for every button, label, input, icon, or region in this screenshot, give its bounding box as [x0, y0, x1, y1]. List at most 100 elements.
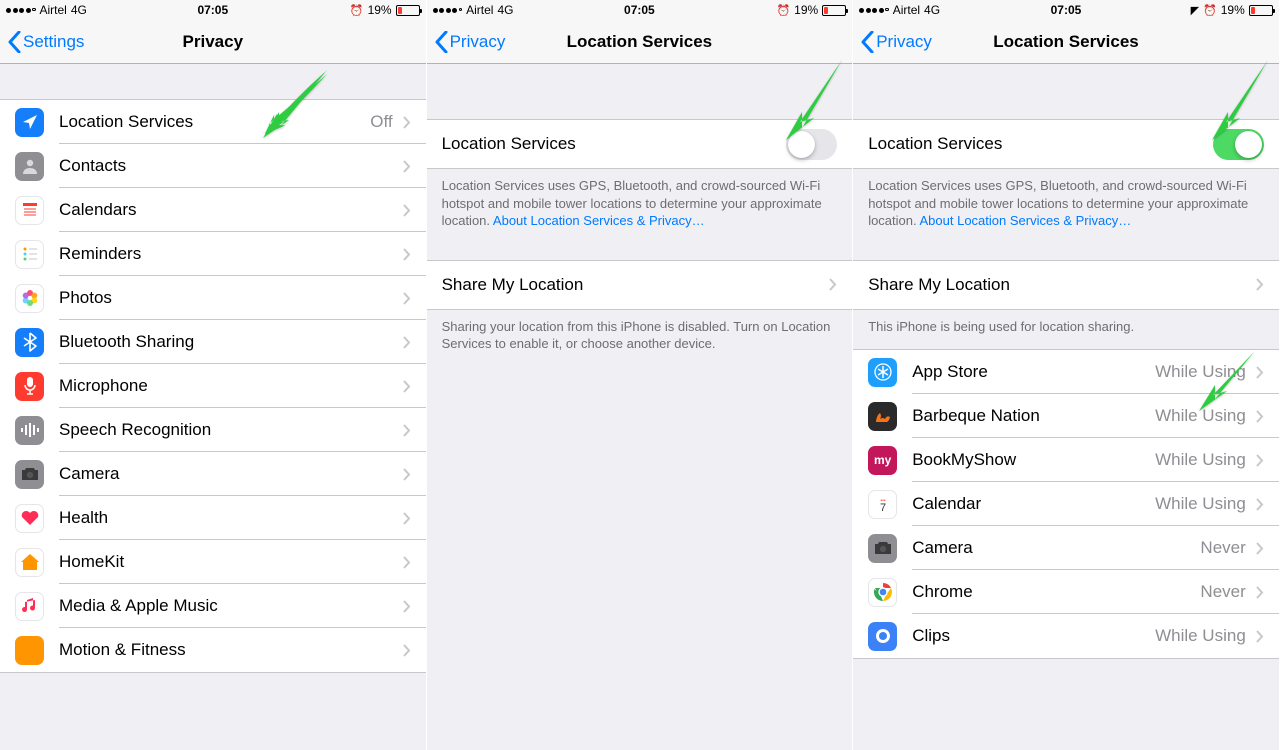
row-detail: While Using [1155, 494, 1252, 514]
row-label: BookMyShow [912, 450, 1016, 470]
status-bar: Airtel 4G 07:05 ⏰ 19% [427, 0, 853, 20]
row-microphone[interactable]: Microphone [0, 364, 426, 408]
privacy-list: Location Services Off Contacts Calendars… [0, 99, 426, 673]
about-privacy-link[interactable]: About Location Services & Privacy… [493, 213, 705, 228]
row-app-chrome[interactable]: Chrome Never [853, 570, 1279, 614]
row-label: HomeKit [59, 552, 124, 572]
chevron-right-icon [1252, 586, 1279, 599]
speech-icon [15, 416, 44, 445]
clock-label: 07:05 [0, 3, 426, 17]
loc-toggle-group: Location Services [853, 119, 1279, 169]
row-label: Contacts [59, 156, 126, 176]
share-footer-text: Sharing your location from this iPhone i… [427, 310, 853, 363]
chevron-right-icon [1252, 542, 1279, 555]
svg-text:7: 7 [880, 502, 886, 514]
row-motion-fitness[interactable]: Motion & Fitness [0, 628, 426, 672]
row-label: Photos [59, 288, 112, 308]
chevron-right-icon [1252, 410, 1279, 423]
health-icon [15, 504, 44, 533]
row-health[interactable]: Health [0, 496, 426, 540]
row-label: Health [59, 508, 108, 528]
clips-icon [868, 622, 897, 651]
bookmyshow-icon: my [868, 446, 897, 475]
row-label: Clips [912, 626, 950, 646]
location-toggle[interactable] [1213, 129, 1264, 160]
photos-icon [15, 284, 44, 313]
homekit-icon [15, 548, 44, 577]
chevron-right-icon [1252, 630, 1279, 643]
row-photos[interactable]: Photos [0, 276, 426, 320]
camera-icon [868, 534, 897, 563]
row-speech[interactable]: Speech Recognition [0, 408, 426, 452]
row-detail: While Using [1155, 450, 1252, 470]
location-toggle[interactable] [786, 129, 837, 160]
chevron-right-icon [1252, 454, 1279, 467]
chevron-right-icon [399, 336, 426, 349]
chevron-right-icon [399, 248, 426, 261]
chevron-right-icon [1252, 498, 1279, 511]
row-share-location[interactable]: Share My Location [427, 261, 853, 309]
microphone-icon [15, 372, 44, 401]
row-label: Motion & Fitness [59, 640, 186, 660]
chevron-right-icon [399, 160, 426, 173]
row-calendars[interactable]: Calendars [0, 188, 426, 232]
nav-title: Location Services [427, 32, 853, 52]
row-homekit[interactable]: HomeKit [0, 540, 426, 584]
row-app-bbq[interactable]: Barbeque Nation While Using [853, 394, 1279, 438]
row-app-clips[interactable]: Clips While Using [853, 614, 1279, 658]
screen-location-off: Airtel 4G 07:05 ⏰ 19% Privacy Location S… [427, 0, 854, 750]
row-reminders[interactable]: Reminders [0, 232, 426, 276]
row-app-camera[interactable]: Camera Never [853, 526, 1279, 570]
row-app-calendar[interactable]: •••7 Calendar While Using [853, 482, 1279, 526]
row-label: Bluetooth Sharing [59, 332, 194, 352]
row-camera[interactable]: Camera [0, 452, 426, 496]
battery-icon [396, 5, 420, 16]
share-location-group: Share My Location [853, 260, 1279, 310]
row-share-location[interactable]: Share My Location [853, 261, 1279, 309]
row-label: Share My Location [868, 275, 1010, 295]
row-label: Media & Apple Music [59, 596, 218, 616]
row-media-music[interactable]: Media & Apple Music [0, 584, 426, 628]
chevron-right-icon [825, 278, 852, 291]
chevron-right-icon [399, 644, 426, 657]
chevron-right-icon [399, 556, 426, 569]
row-bluetooth[interactable]: Bluetooth Sharing [0, 320, 426, 364]
row-location-services[interactable]: Location Services Off [0, 100, 426, 144]
calendars-icon [15, 196, 44, 225]
row-location-toggle: Location Services [853, 120, 1279, 168]
row-detail: While Using [1155, 626, 1252, 646]
row-detail: While Using [1155, 406, 1252, 426]
row-label: Chrome [912, 582, 972, 602]
loc-toggle-group: Location Services [427, 119, 853, 169]
location-arrow-icon [15, 108, 44, 137]
chevron-right-icon [1252, 278, 1279, 291]
row-detail: While Using [1155, 362, 1252, 382]
row-label: Location Services [59, 112, 193, 132]
about-privacy-link[interactable]: About Location Services & Privacy… [920, 213, 1132, 228]
share-location-group: Share My Location [427, 260, 853, 310]
row-app-bookmyshow[interactable]: my BookMyShow While Using [853, 438, 1279, 482]
calendar-icon: •••7 [868, 490, 897, 519]
music-icon [15, 592, 44, 621]
row-detail: Off [370, 112, 398, 132]
nav-title: Location Services [853, 32, 1279, 52]
row-label: App Store [912, 362, 988, 382]
nav-bar: Privacy Location Services [427, 20, 853, 64]
nav-bar: Settings Privacy [0, 20, 426, 64]
status-bar: Airtel 4G 07:05 ⏰ 19% [0, 0, 426, 20]
row-label: Camera [912, 538, 972, 558]
row-contacts[interactable]: Contacts [0, 144, 426, 188]
loc-footer-text: Location Services uses GPS, Bluetooth, a… [427, 169, 853, 240]
row-detail: Never [1200, 538, 1251, 558]
row-label: Calendar [912, 494, 981, 514]
chevron-right-icon [399, 600, 426, 613]
row-app-appstore[interactable]: App Store While Using [853, 350, 1279, 394]
screen-location-on: Airtel 4G 07:05 ◤ ⏰ 19% Privacy Location… [853, 0, 1280, 750]
app-permission-list: App Store While Using Barbeque Nation Wh… [853, 349, 1279, 659]
bluetooth-icon [15, 328, 44, 357]
row-label: Share My Location [442, 275, 584, 295]
screen-privacy: Airtel 4G 07:05 ⏰ 19% Settings Privacy L… [0, 0, 427, 750]
camera-icon [15, 460, 44, 489]
chevron-right-icon [1252, 366, 1279, 379]
nav-bar: Privacy Location Services [853, 20, 1279, 64]
